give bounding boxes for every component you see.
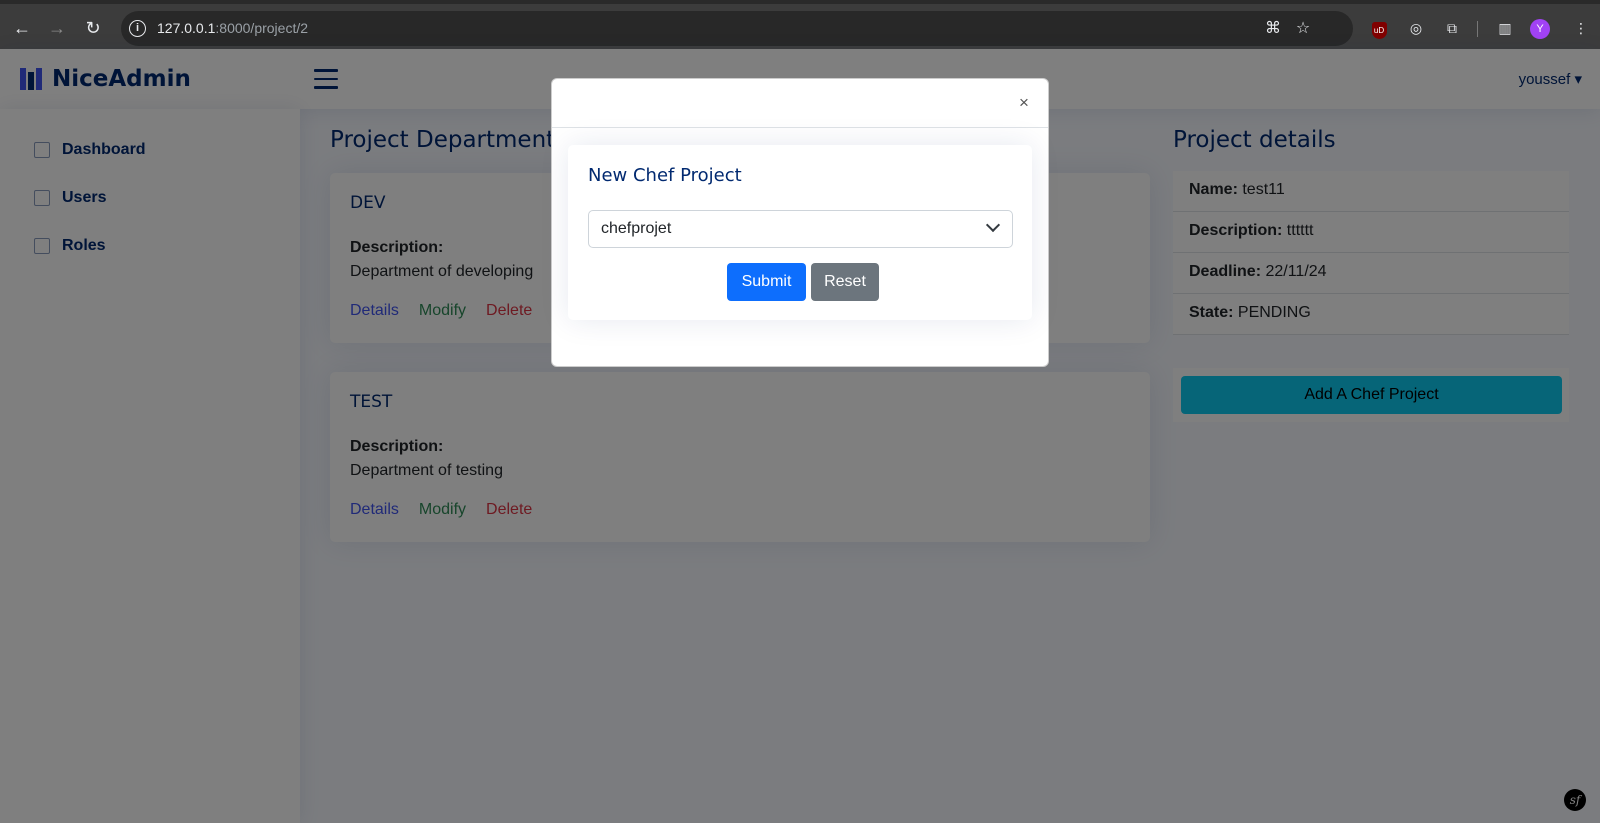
url-host: 127.0.0.1 [157, 20, 216, 36]
chef-project-form-card: New Chef Project chefprojet Submit Reset [568, 145, 1032, 320]
extensions-puzzle-icon[interactable]: ⧉ [1441, 17, 1463, 39]
reload-icon[interactable]: ↻ [81, 16, 105, 40]
browser-menu-icon[interactable]: ⋮ [1570, 17, 1592, 39]
translate-icon[interactable]: ⌘ [1263, 19, 1283, 39]
url-text[interactable]: 127.0.0.1:8000/project/2 [157, 20, 308, 36]
ublock-badge: uD [1371, 22, 1387, 39]
close-icon[interactable]: × [1014, 93, 1034, 113]
record-extension-icon[interactable]: ◎ [1405, 17, 1427, 39]
chef-select[interactable]: chefprojet [588, 210, 1013, 248]
site-info-icon[interactable]: i [129, 20, 146, 37]
address-bar[interactable]: i 127.0.0.1:8000/project/2 ⌘ ☆ [121, 11, 1353, 46]
ublock-icon[interactable]: uD [1368, 17, 1390, 39]
side-panel-icon[interactable]: ▥ [1494, 17, 1516, 39]
chef-select-value: chefprojet [601, 220, 672, 237]
submit-button[interactable]: Submit [727, 263, 806, 301]
bookmark-star-icon[interactable]: ☆ [1293, 19, 1313, 39]
modal-header: × [552, 79, 1048, 128]
new-chef-project-modal: × New Chef Project chefprojet Submit Res… [551, 78, 1049, 367]
url-path: :8000/project/2 [215, 20, 309, 36]
reset-button[interactable]: Reset [811, 263, 879, 301]
toolbar-divider [1477, 21, 1478, 37]
form-title: New Chef Project [588, 165, 742, 186]
chevron-down-icon [985, 217, 1001, 233]
browser-toolbar: ← → ↻ i 127.0.0.1:8000/project/2 ⌘ ☆ uD … [0, 0, 1600, 49]
profile-avatar[interactable]: Y [1530, 19, 1550, 39]
back-arrow-icon[interactable]: ← [10, 16, 34, 40]
forward-arrow-icon[interactable]: → [45, 16, 69, 40]
